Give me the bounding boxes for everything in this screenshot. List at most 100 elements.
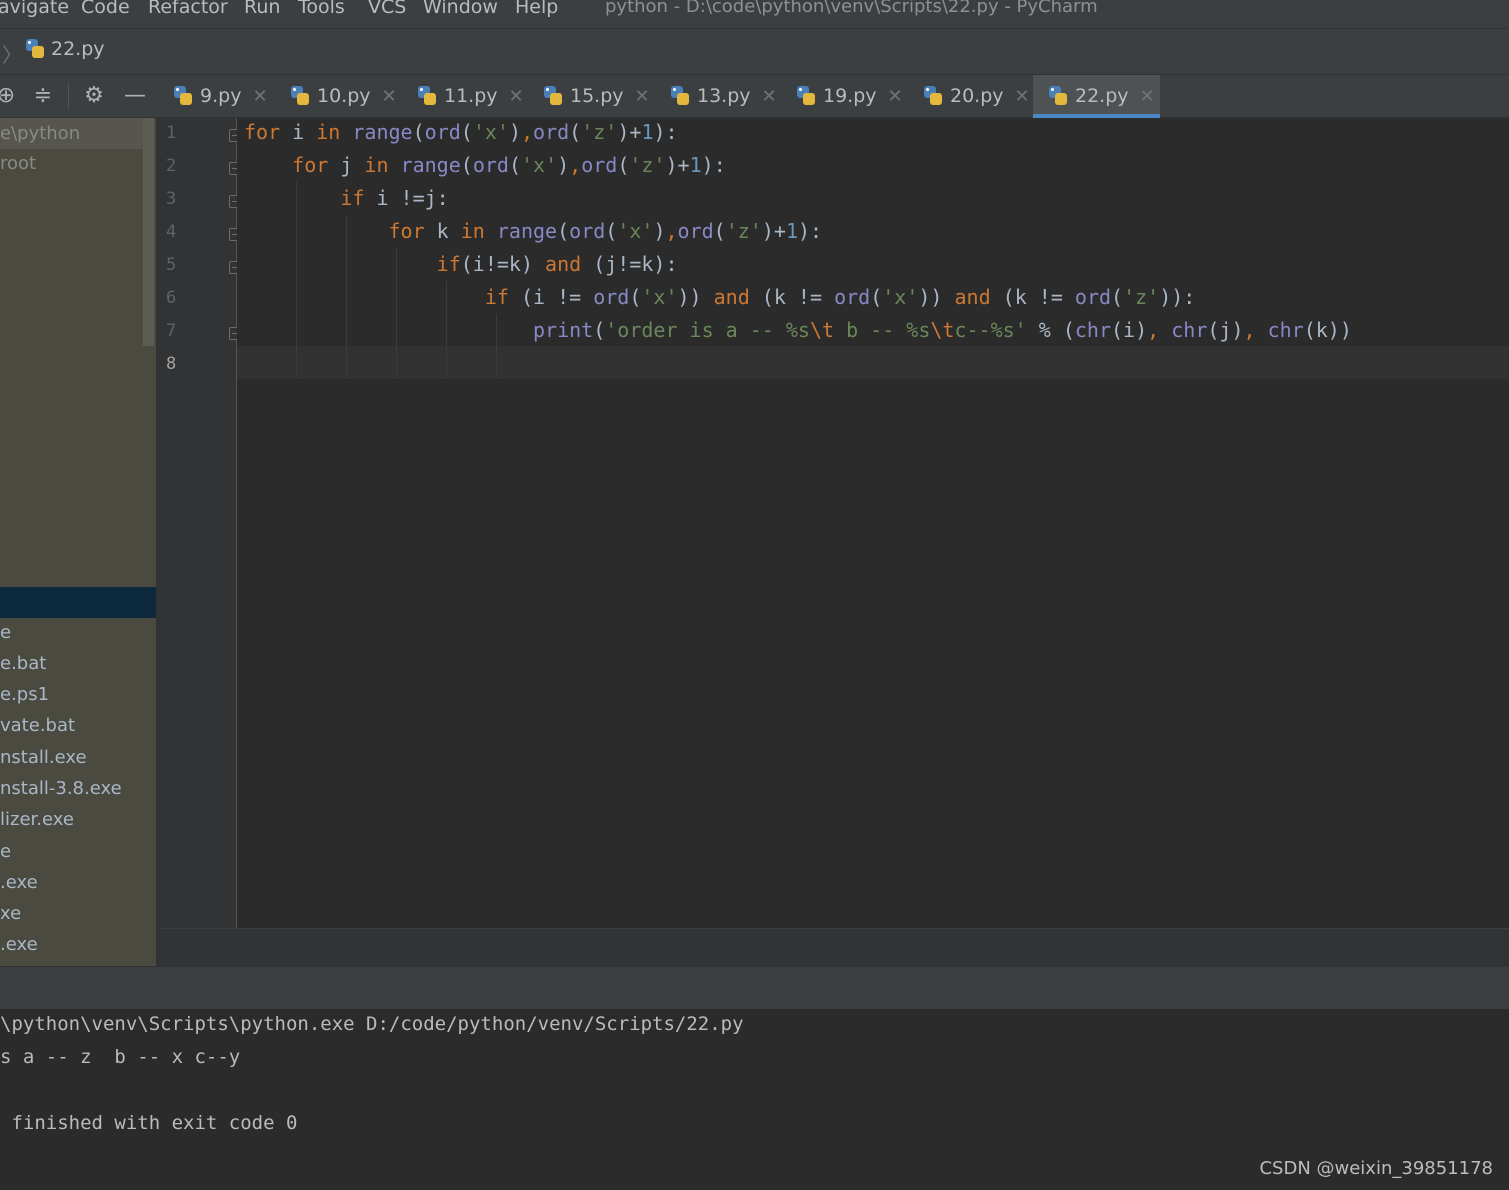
code-token: \t (930, 318, 955, 342)
tree-selected-row[interactable] (0, 587, 156, 618)
tree-item[interactable]: .exe (0, 934, 38, 955)
python-file-icon (24, 38, 46, 60)
tab-label: 15.py (570, 85, 624, 107)
tree-item[interactable]: .exe (0, 872, 38, 893)
menu-help[interactable]: Help (515, 0, 558, 18)
code-token: % ( (1026, 318, 1075, 342)
menu-window[interactable]: Window (423, 0, 498, 18)
tab-19-py[interactable]: 19.py ✕ (781, 75, 908, 117)
tree-item[interactable]: e\python (0, 118, 143, 149)
tree-item[interactable]: vate.bat (0, 715, 75, 736)
code-token: 'z' (1123, 285, 1160, 309)
code-token: ord (424, 120, 461, 144)
project-scrollbar[interactable] (143, 118, 154, 346)
python-file-icon (795, 85, 817, 107)
tree-item[interactable]: lizer.exe (0, 809, 74, 830)
code-token: chr (1074, 318, 1112, 342)
tab-13-py[interactable]: 13.py ✕ (655, 75, 781, 117)
tree-item[interactable]: e (0, 841, 11, 862)
code-token: ord (834, 285, 871, 309)
code-token: i !=j: (364, 186, 449, 210)
close-icon[interactable]: ✕ (509, 86, 524, 107)
code-token: and (954, 285, 991, 309)
code-token: )+ (617, 120, 642, 144)
code-token: )+ (761, 219, 786, 243)
menu-code[interactable]: Code (81, 0, 130, 18)
tree-item[interactable]: e (0, 622, 11, 643)
code-token: , (569, 153, 582, 177)
tab-22-py[interactable]: 22.py ✕ (1033, 75, 1160, 118)
close-icon[interactable]: ✕ (888, 86, 903, 107)
code-line: if(i!=k) and (j!=k): (244, 252, 678, 276)
tab-label: 10.py (317, 85, 371, 107)
code-token: chr (1171, 318, 1208, 342)
close-icon[interactable]: ✕ (635, 86, 650, 107)
code-token: 'z' (725, 219, 762, 243)
tree-item[interactable]: e.bat (0, 653, 46, 674)
locate-icon[interactable]: ⊕ (0, 82, 20, 110)
code-token: 'x' (472, 120, 509, 144)
code-token: ( (593, 318, 606, 342)
close-icon[interactable]: ✕ (1015, 86, 1030, 107)
tree-item[interactable]: nstall-3.8.exe (0, 778, 122, 799)
line-number: 2 (166, 156, 177, 176)
code-token: , (521, 120, 534, 144)
code-token: for (244, 120, 281, 144)
code-token: 'z' (581, 120, 618, 144)
python-file-icon (172, 85, 194, 107)
code-token: 1 (641, 120, 654, 144)
menu-run[interactable]: Run (244, 0, 280, 18)
code-token: and (545, 252, 582, 276)
tab-10-py[interactable]: 10.py ✕ (275, 75, 403, 117)
code-token: 'x' (521, 153, 558, 177)
editor-horizontal-scrollbar[interactable] (158, 928, 1509, 967)
python-file-icon (416, 85, 438, 107)
code-token: k (424, 219, 461, 243)
project-toolbar: ⊕ ≑ ⚙ — (0, 75, 158, 118)
line-number: 5 (166, 255, 177, 275)
project-tree: e\python root e e.bat e.ps1 vate.bat nst… (0, 118, 156, 966)
tree-item[interactable]: xe (0, 903, 21, 924)
tree-item[interactable]: root (0, 153, 36, 174)
menu-refactor[interactable]: Refactor (148, 0, 228, 18)
code-token: ord (533, 120, 570, 144)
breadcrumb-file[interactable]: 22.py (24, 38, 105, 60)
gear-icon[interactable]: ⚙ (80, 82, 108, 110)
menu-tools[interactable]: Tools (298, 0, 345, 18)
chevron-right-icon: 〉 (2, 43, 22, 67)
code-token: ( (617, 153, 630, 177)
indent-guide (296, 182, 297, 379)
code-token: (j) (1207, 318, 1244, 342)
code-line: for j in range(ord('x'),ord('z')+1): (244, 153, 726, 177)
code-token: ord (593, 285, 630, 309)
code-line: for k in range(ord('x'),ord('z')+1): (244, 219, 823, 243)
code-token: (k != (990, 285, 1075, 309)
tab-label: 11.py (444, 85, 498, 107)
code-token: ( (1111, 285, 1124, 309)
close-icon[interactable]: ✕ (1140, 86, 1155, 107)
code-token: (k)) (1303, 318, 1352, 342)
tab-9-py[interactable]: 9.py ✕ (158, 75, 284, 117)
code-token: (j!=k): (581, 252, 678, 276)
tree-item[interactable]: e.ps1 (0, 684, 49, 705)
close-icon[interactable]: ✕ (382, 86, 397, 107)
menu-vcs[interactable]: VCS (368, 0, 406, 18)
code-token: print (532, 318, 594, 342)
code-token: , (665, 219, 678, 243)
tab-11-py[interactable]: 11.py ✕ (402, 75, 528, 117)
tree-item[interactable]: nstall.exe (0, 747, 87, 768)
code-token: 1 (689, 153, 702, 177)
close-icon[interactable]: ✕ (252, 86, 267, 107)
close-icon[interactable]: ✕ (762, 86, 777, 107)
tab-20-py[interactable]: 20.py ✕ (908, 75, 1033, 117)
tab-15-py[interactable]: 15.py ✕ (528, 75, 654, 117)
code-token: ord (472, 153, 509, 177)
console-line: s a -- z b -- x c--y (0, 1046, 241, 1068)
hide-icon[interactable]: — (121, 82, 149, 110)
code-token: 'z' (629, 153, 666, 177)
collapse-all-icon[interactable]: ≑ (29, 82, 57, 110)
menu-navigate[interactable]: avigate (0, 0, 69, 18)
